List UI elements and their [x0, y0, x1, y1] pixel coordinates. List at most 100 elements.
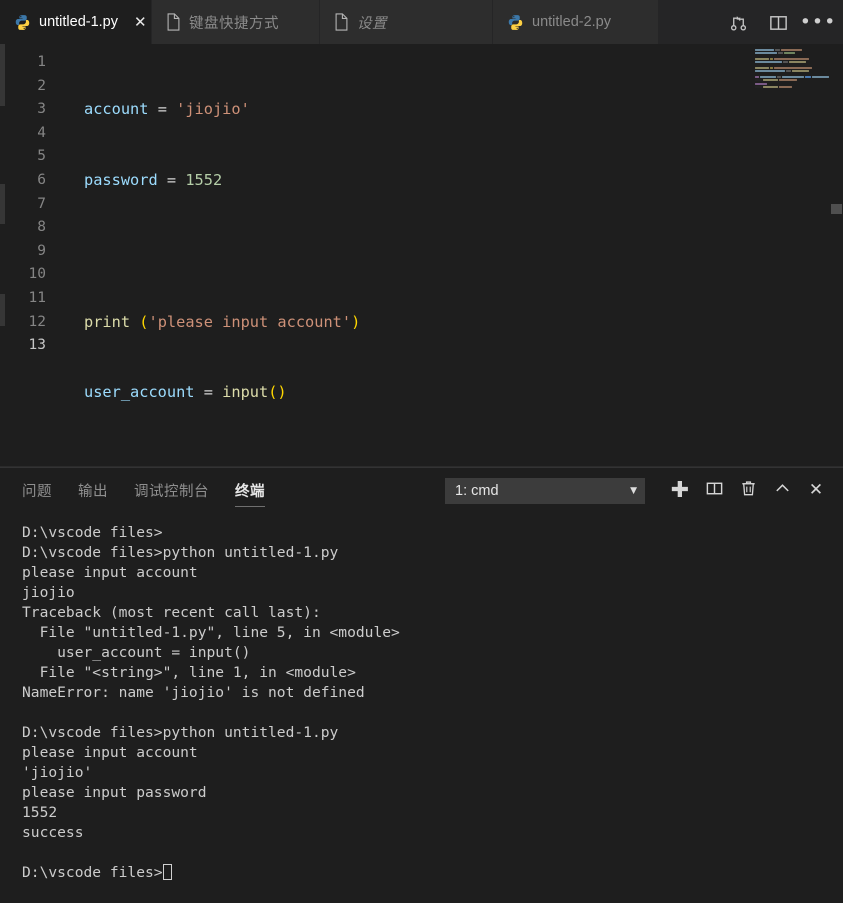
terminal-line: D:\vscode files> [22, 524, 163, 541]
line-number: 5 [37, 148, 46, 165]
line-number: 10 [28, 266, 46, 283]
split-editor-icon[interactable] [767, 11, 789, 33]
code-line: print ('please input account') [62, 311, 843, 335]
terminal-line: jiojio [22, 584, 75, 601]
close-icon: ✕ [808, 480, 824, 500]
editor-scrollbar-thumb[interactable] [831, 204, 842, 214]
editor-tab-untitled-1[interactable]: untitled-1.py ✕ [0, 0, 152, 44]
terminal-line: D:\vscode files>python untitled-1.py [22, 544, 339, 561]
terminal-line: D:\vscode files> [22, 863, 843, 883]
terminal-line: user_account = input() [22, 644, 251, 661]
editor-tab-untitled-2[interactable]: untitled-2.py [493, 0, 659, 44]
editor-tab-label: 设置 [357, 15, 387, 32]
code-token: user_account [84, 383, 204, 402]
split-terminal-button[interactable] [697, 476, 731, 506]
minimap-token [786, 70, 791, 73]
minimap-token [774, 57, 809, 60]
terminal-line: please input account [22, 744, 198, 761]
code-token: print [84, 312, 140, 331]
line-number-active: 13 [28, 337, 46, 354]
editor-actions: ••• [727, 0, 843, 44]
chevron-down-icon: ▼ [630, 485, 637, 496]
code-token: input [222, 383, 269, 402]
terminal-line: please input account [22, 564, 198, 581]
terminal-cursor [162, 864, 172, 880]
terminal-selector[interactable]: 1: cmd ▼ [445, 477, 645, 504]
file-icon [166, 13, 181, 31]
code-token: 1552 [185, 170, 223, 189]
line-number-gutter: 1 2 3 4 5 6 7 8 9 10 11 12 13 [0, 44, 62, 467]
line-number: 9 [37, 242, 46, 259]
minimap-token [788, 60, 806, 63]
line-number: 1 [37, 54, 46, 70]
minimap[interactable] [753, 48, 829, 94]
terminal-selector-value: 1: cmd [455, 482, 499, 499]
close-icon[interactable]: ✕ [134, 14, 147, 30]
panel-tab-terminal[interactable]: 终端 [235, 468, 265, 513]
minimap-token [791, 70, 809, 73]
minimap-token [770, 67, 774, 70]
new-terminal-button[interactable]: ✚ [663, 476, 697, 506]
code-token: = [157, 100, 177, 119]
close-panel-button[interactable]: ✕ [799, 476, 833, 506]
bottom-panel: 问题 输出 调试控制台 终端 1: cmd ▼ ✚ ✕ D:\vscode fi… [0, 467, 843, 903]
minimap-token [755, 51, 777, 54]
minimap-token [770, 57, 774, 60]
kill-terminal-button[interactable] [731, 476, 765, 506]
minimap-token [763, 85, 778, 88]
terminal-line: NameError: name 'jiojio' is not defined [22, 684, 365, 701]
panel-actions: 1: cmd ▼ ✚ ✕ [445, 476, 843, 506]
terminal-line: File "untitled-1.py", line 5, in <module… [22, 624, 400, 641]
terminal-line: please input password [22, 784, 207, 801]
minimap-token [755, 67, 770, 70]
minimap-token [780, 48, 803, 51]
more-actions-icon[interactable]: ••• [800, 11, 836, 33]
minimap-token [755, 70, 786, 73]
code-token: = [166, 170, 186, 189]
minimap-token [755, 85, 763, 88]
editor-tab-label: untitled-1.py [39, 14, 118, 30]
line-number: 8 [37, 219, 46, 236]
line-number: 3 [37, 101, 46, 118]
code-token: password [84, 170, 167, 189]
panel-tab-list: 问题 输出 调试控制台 终端 [22, 468, 265, 513]
editor-tab-label: 键盘快捷方式 [189, 15, 279, 32]
panel-tab-problems[interactable]: 问题 [22, 468, 52, 513]
minimap-token [777, 51, 783, 54]
line-number: 2 [37, 77, 46, 94]
code-token: account [84, 100, 158, 119]
line-number: 12 [28, 313, 46, 330]
line-number: 7 [37, 195, 46, 212]
maximize-panel-button[interactable] [765, 476, 799, 506]
editor-tab-label: untitled-2.py [532, 14, 611, 30]
code-editor[interactable]: 1 2 3 4 5 6 7 8 9 10 11 12 13 account = … [0, 44, 843, 467]
minimap-token [755, 48, 774, 51]
terminal-line: success [22, 824, 84, 841]
editor-tab-settings[interactable]: 设置 [320, 0, 493, 44]
code-token: 'jiojio' [176, 100, 250, 119]
code-token: = [203, 383, 223, 402]
code-token: 'please input account' [148, 312, 352, 331]
minimap-token [774, 48, 780, 51]
minimap-token [783, 51, 796, 54]
editor-tab-keyboard-shortcuts[interactable]: 键盘快捷方式 [152, 0, 320, 44]
editor-scrollbar[interactable] [829, 44, 843, 467]
python-icon [507, 14, 524, 31]
code-line: user_account = input() [62, 381, 843, 405]
minimap-token [783, 60, 788, 63]
panel-tab-debug-console[interactable]: 调试控制台 [134, 468, 209, 513]
compare-changes-icon[interactable] [727, 11, 749, 33]
code-token: ) [351, 312, 361, 331]
vscode-window: untitled-1.py ✕ 键盘快捷方式 设置 untitled-2.py … [0, 0, 843, 903]
split-terminal-icon [705, 479, 724, 503]
terminal-output[interactable]: D:\vscode files> D:\vscode files>python u… [0, 513, 843, 903]
panel-tab-output[interactable]: 输出 [78, 468, 108, 513]
line-number: 4 [37, 124, 46, 141]
plus-icon: ✚ [670, 477, 690, 503]
code-content[interactable]: account = 'jiojio' password = 1552 print… [62, 44, 843, 467]
editor-tab-bar: untitled-1.py ✕ 键盘快捷方式 设置 untitled-2.py … [0, 0, 843, 44]
line-number: 6 [37, 171, 46, 188]
